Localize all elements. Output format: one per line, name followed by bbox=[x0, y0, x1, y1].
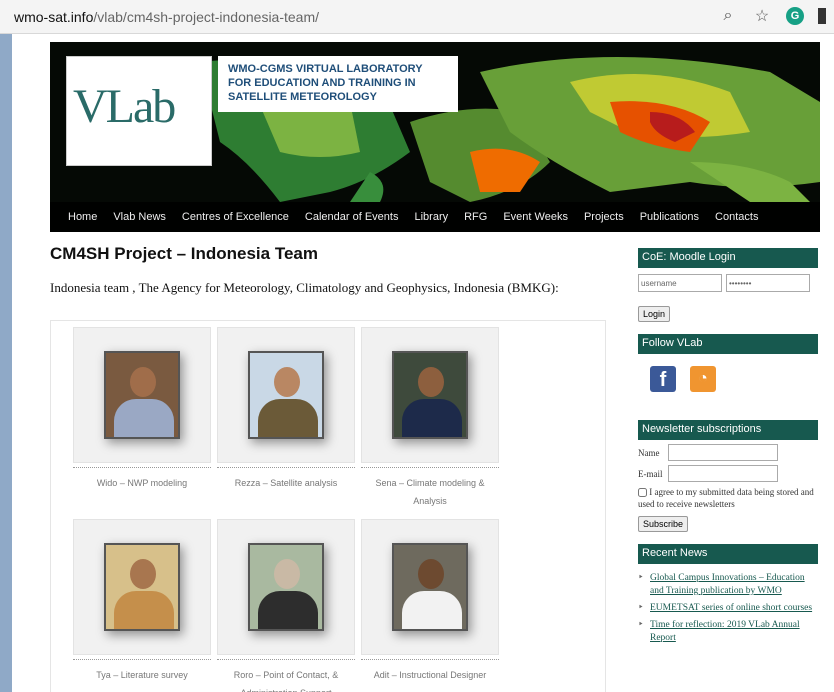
recent-news-heading: Recent News bbox=[638, 544, 818, 564]
nav-library[interactable]: Library bbox=[414, 211, 448, 223]
site-header: VLab WMO-CGMS VIRTUAL LABORATORY FOR EDU… bbox=[50, 42, 820, 232]
member-photo[interactable] bbox=[248, 543, 324, 631]
photo-card[interactable] bbox=[217, 327, 355, 463]
team-member[interactable]: Sena – Climate modeling & Analysis bbox=[361, 327, 499, 510]
rss-icon[interactable]: ◔ bbox=[690, 366, 716, 392]
sidebar: CoE: Moodle Login Login Follow VLab f ◔ … bbox=[638, 248, 818, 649]
member-photo[interactable] bbox=[392, 351, 468, 439]
nav-projects[interactable]: Projects bbox=[584, 211, 624, 223]
team-member[interactable]: Roro – Point of Contact, & Administratio… bbox=[217, 519, 355, 692]
team-member[interactable]: Adit – Instructional Designer bbox=[361, 519, 499, 684]
facebook-icon[interactable]: f bbox=[650, 366, 676, 392]
login-heading: CoE: Moodle Login bbox=[638, 248, 818, 268]
zoom-icon[interactable]: ⌕ bbox=[718, 7, 738, 25]
team-gallery: Wido – NWP modeling Rezza – Satellite an… bbox=[50, 320, 606, 692]
username-input[interactable] bbox=[638, 274, 722, 292]
newsletter-heading: Newsletter subscriptions bbox=[638, 420, 818, 440]
nav-rfg[interactable]: RFG bbox=[464, 211, 487, 223]
member-caption: Tya – Literature survey bbox=[73, 659, 211, 684]
nav-contacts[interactable]: Contacts bbox=[715, 211, 758, 223]
password-input[interactable] bbox=[726, 274, 810, 292]
url-path: /vlab/cm4sh-project-indonesia-team/ bbox=[93, 9, 320, 25]
recent-news-list: Global Campus Innovations – Education an… bbox=[638, 572, 818, 645]
email-label: E-mail bbox=[638, 468, 663, 479]
news-item[interactable]: Time for reflection: 2019 VLab Annual Re… bbox=[638, 619, 818, 645]
consent-checkbox[interactable] bbox=[638, 488, 647, 498]
tagline-line: WMO-CGMS VIRTUAL LABORATORY bbox=[228, 63, 423, 75]
photo-card[interactable] bbox=[73, 519, 211, 655]
photo-card[interactable] bbox=[73, 327, 211, 463]
tagline-line: SATELLITE METEOROLOGY bbox=[228, 91, 377, 103]
page-title: CM4SH Project – Indonesia Team bbox=[50, 244, 318, 263]
nav-calendar-of-events[interactable]: Calendar of Events bbox=[305, 211, 399, 223]
consent-text: I agree to my submitted data being store… bbox=[638, 487, 814, 509]
url-host: wmo-sat.info bbox=[14, 9, 94, 25]
browser-address-bar[interactable]: wmo-sat.info/vlab/cm4sh-project-indonesi… bbox=[0, 0, 834, 34]
name-label: Name bbox=[638, 447, 660, 458]
team-member[interactable]: Wido – NWP modeling bbox=[73, 327, 211, 492]
name-field[interactable] bbox=[668, 444, 778, 461]
nav-event-weeks[interactable]: Event Weeks bbox=[503, 211, 568, 223]
logo-text: VLab bbox=[73, 80, 176, 133]
url-text[interactable]: wmo-sat.info/vlab/cm4sh-project-indonesi… bbox=[14, 9, 319, 25]
follow-heading: Follow VLab bbox=[638, 334, 818, 354]
extension-icon[interactable] bbox=[818, 8, 826, 24]
nav-vlab-news[interactable]: Vlab News bbox=[113, 211, 166, 223]
member-photo[interactable] bbox=[104, 543, 180, 631]
member-caption: Sena – Climate modeling & Analysis bbox=[361, 467, 499, 510]
member-photo[interactable] bbox=[248, 351, 324, 439]
tagline-line: FOR EDUCATION AND TRAINING IN bbox=[228, 77, 416, 89]
web-page: VLab WMO-CGMS VIRTUAL LABORATORY FOR EDU… bbox=[12, 34, 834, 692]
team-member[interactable]: Rezza – Satellite analysis bbox=[217, 327, 355, 492]
photo-card[interactable] bbox=[361, 519, 499, 655]
grammarly-icon[interactable]: G bbox=[786, 7, 804, 25]
nav-centres-of-excellence[interactable]: Centres of Excellence bbox=[182, 211, 289, 223]
page-subtitle: Indonesia team , The Agency for Meteorol… bbox=[50, 280, 559, 295]
news-item[interactable]: EUMETSAT series of online short courses bbox=[638, 602, 818, 615]
member-caption: Wido – NWP modeling bbox=[73, 467, 211, 492]
news-item[interactable]: Global Campus Innovations – Education an… bbox=[638, 572, 818, 598]
nav-publications[interactable]: Publications bbox=[640, 211, 699, 223]
member-photo[interactable] bbox=[392, 543, 468, 631]
member-caption: Adit – Instructional Designer bbox=[361, 659, 499, 684]
star-icon[interactable]: ☆ bbox=[752, 6, 772, 26]
site-tagline: WMO-CGMS VIRTUAL LABORATORY FOR EDUCATIO… bbox=[218, 56, 458, 112]
nav-home[interactable]: Home bbox=[68, 211, 97, 223]
photo-card[interactable] bbox=[361, 327, 499, 463]
photo-card[interactable] bbox=[217, 519, 355, 655]
member-photo[interactable] bbox=[104, 351, 180, 439]
subscribe-button[interactable]: Subscribe bbox=[638, 516, 689, 532]
main-nav: Home Vlab News Centres of Excellence Cal… bbox=[50, 202, 820, 232]
member-caption: Rezza – Satellite analysis bbox=[217, 467, 355, 492]
team-member[interactable]: Tya – Literature survey bbox=[73, 519, 211, 684]
login-button[interactable]: Login bbox=[638, 306, 671, 322]
member-caption: Roro – Point of Contact, & Administratio… bbox=[217, 659, 355, 692]
vlab-logo[interactable]: VLab bbox=[66, 56, 212, 166]
main-content: CM4SH Project – Indonesia Team Indonesia… bbox=[50, 244, 610, 692]
email-field[interactable] bbox=[668, 465, 778, 482]
